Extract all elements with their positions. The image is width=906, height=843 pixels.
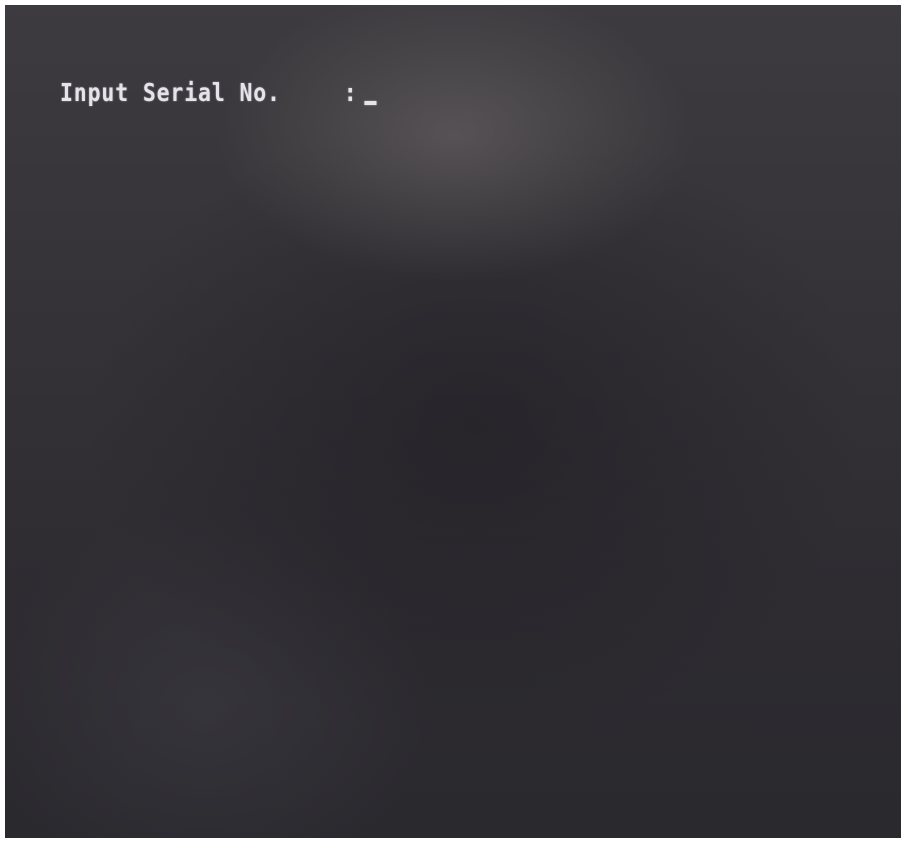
serial-number-input[interactable] xyxy=(364,77,390,107)
photo-frame: Input Serial No.: xyxy=(0,0,906,843)
serial-number-prompt: Input Serial No.: xyxy=(60,75,390,109)
text-cursor xyxy=(364,101,377,105)
prompt-label: Input Serial No. xyxy=(60,77,281,107)
console-screen: Input Serial No.: xyxy=(5,5,901,838)
prompt-separator: : xyxy=(343,77,358,107)
